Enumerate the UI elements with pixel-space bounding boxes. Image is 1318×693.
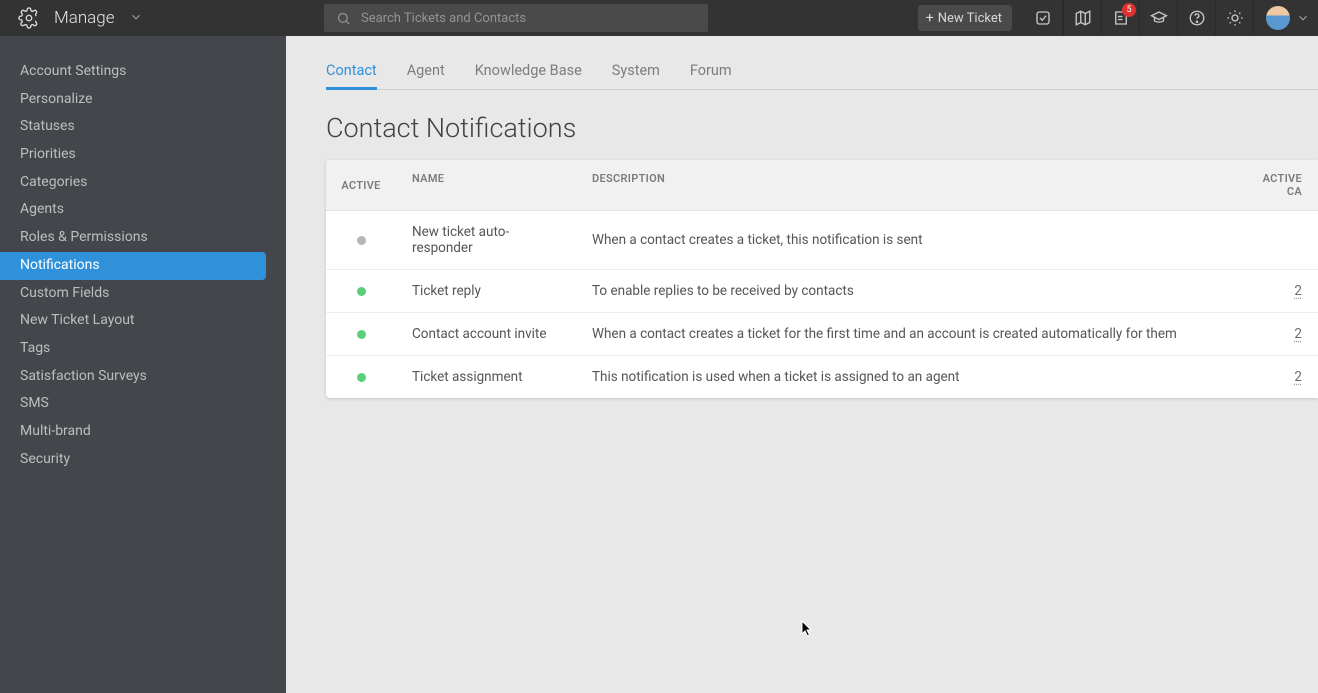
avatar (1266, 6, 1290, 30)
cell-name: Contact account invite (396, 313, 576, 355)
main-content: Contact Agent Knowledge Base System Forum Co… (286, 36, 1318, 693)
search-icon (336, 11, 351, 26)
cell-count (1238, 227, 1318, 253)
academy-icon[interactable] (1139, 0, 1177, 36)
search-bar[interactable] (324, 4, 708, 32)
status-dot-inactive (357, 236, 366, 245)
cell-description: When a contact creates a ticket, this no… (576, 219, 1238, 261)
sidebar-item-sms[interactable]: SMS (0, 390, 286, 418)
plus-icon: + (926, 11, 934, 25)
cursor-icon (801, 620, 813, 638)
status-dot-active (357, 373, 366, 382)
cell-description: To enable replies to be received by cont… (576, 270, 1238, 312)
th-name: NAME (396, 160, 576, 210)
th-description: DESCRIPTION (576, 160, 1238, 210)
sidebar-item-personalize[interactable]: Personalize (0, 86, 286, 114)
cell-name: New ticket auto-responder (396, 211, 576, 269)
sidebar-item-roles-permissions[interactable]: Roles & Permissions (0, 224, 286, 252)
tab-knowledge-base[interactable]: Knowledge Base (475, 62, 582, 89)
tab-contact[interactable]: Contact (326, 62, 377, 89)
approvals-icon[interactable] (1024, 0, 1062, 36)
sidebar-item-account-settings[interactable]: Account Settings (0, 58, 286, 86)
sidebar-item-priorities[interactable]: Priorities (0, 141, 286, 169)
sidebar-item-custom-fields[interactable]: Custom Fields (0, 280, 286, 308)
cell-name: Ticket reply (396, 270, 576, 312)
notifications-table: ACTIVE NAME DESCRIPTION ACTIVE CA New ti… (326, 160, 1318, 398)
table-row[interactable]: Contact account inviteWhen a contact cre… (326, 313, 1318, 356)
inbox-icon[interactable]: 5 (1101, 0, 1139, 36)
notification-badge: 5 (1122, 3, 1136, 17)
table-row[interactable]: Ticket replyTo enable replies to be rece… (326, 270, 1318, 313)
cell-active (326, 360, 396, 395)
cell-count: 2 (1238, 356, 1318, 398)
sidebar: Account SettingsPersonalizeStatusesPrior… (0, 36, 286, 693)
table-header-row: ACTIVE NAME DESCRIPTION ACTIVE CA (326, 160, 1318, 211)
page-title: Contact Notifications (326, 112, 1318, 144)
page-section-title[interactable]: Manage (54, 8, 115, 28)
new-ticket-button[interactable]: + New Ticket (918, 5, 1012, 31)
status-dot-active (357, 330, 366, 339)
map-icon[interactable] (1063, 0, 1101, 36)
cell-count: 2 (1238, 313, 1318, 355)
status-dot-active (357, 287, 366, 296)
chevron-down-icon[interactable] (129, 9, 143, 28)
sidebar-item-satisfaction-surveys[interactable]: Satisfaction Surveys (0, 363, 286, 391)
sidebar-item-security[interactable]: Security (0, 446, 286, 474)
th-active: ACTIVE (326, 160, 396, 210)
sidebar-item-notifications[interactable]: Notifications (0, 252, 266, 280)
cell-description: This notification is used when a ticket … (576, 356, 1238, 398)
sidebar-item-categories[interactable]: Categories (0, 169, 286, 197)
theme-icon[interactable] (1215, 0, 1253, 36)
cell-active (326, 317, 396, 352)
topbar-left: Manage (0, 7, 286, 29)
sidebar-item-statuses[interactable]: Statuses (0, 113, 286, 141)
cell-description: When a contact creates a ticket for the … (576, 313, 1238, 355)
gear-icon[interactable] (18, 7, 40, 29)
sidebar-item-tags[interactable]: Tags (0, 335, 286, 363)
cell-name: Ticket assignment (396, 356, 576, 398)
help-icon[interactable] (1177, 0, 1215, 36)
cell-count: 2 (1238, 270, 1318, 312)
th-active-cases: ACTIVE CA (1238, 160, 1318, 210)
tab-system[interactable]: System (612, 62, 660, 89)
new-ticket-label: New Ticket (938, 11, 1002, 26)
cell-active (326, 274, 396, 309)
search-input[interactable] (361, 11, 696, 26)
user-menu[interactable] (1253, 0, 1318, 36)
tab-agent[interactable]: Agent (407, 62, 445, 89)
table-row[interactable]: New ticket auto-responderWhen a contact … (326, 211, 1318, 270)
table-row[interactable]: Ticket assignmentThis notification is us… (326, 356, 1318, 398)
tabs: Contact Agent Knowledge Base System Forum (326, 62, 1318, 90)
sidebar-item-agents[interactable]: Agents (0, 196, 286, 224)
sidebar-item-multi-brand[interactable]: Multi-brand (0, 418, 286, 446)
topbar: Manage + New Ticket 5 (0, 0, 1318, 36)
topbar-right: + New Ticket 5 (918, 0, 1318, 36)
chevron-down-icon (1296, 11, 1310, 25)
tab-forum[interactable]: Forum (690, 62, 732, 89)
sidebar-item-new-ticket-layout[interactable]: New Ticket Layout (0, 307, 286, 335)
cell-active (326, 223, 396, 258)
